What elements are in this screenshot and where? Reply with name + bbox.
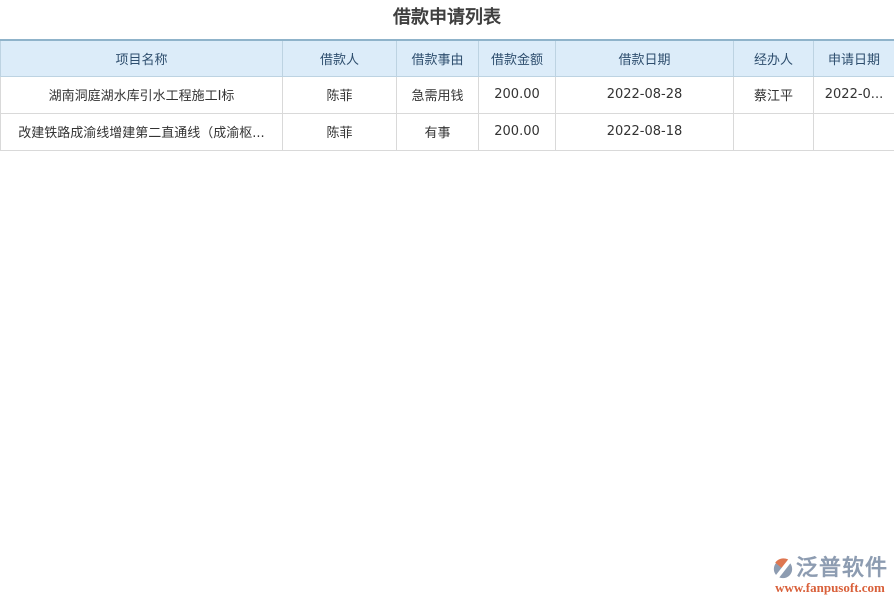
fanpu-logo-text: 泛普软件 [796, 557, 888, 581]
fanpu-watermark: 泛普软件 www.fanpusoft.com [772, 557, 888, 595]
cell-amount: 200.00 [479, 76, 556, 113]
column-header-borrower[interactable]: 借款人 [283, 40, 397, 76]
table-header-row: 项目名称 借款人 借款事由 借款金额 借款日期 经办人 申请日期 [1, 40, 894, 76]
cell-apply-date: 2022-0... [814, 76, 894, 113]
cell-borrower-link[interactable]: 陈菲 [283, 113, 397, 150]
column-header-amount[interactable]: 借款金额 [479, 40, 556, 76]
cell-amount: 200.00 [479, 113, 556, 150]
cell-loan-date: 2022-08-28 [556, 76, 734, 113]
fanpu-logo-url: www.fanpusoft.com [772, 581, 888, 595]
cell-project-name-link[interactable]: 湖南洞庭湖水库引水工程施工I标 [1, 76, 283, 113]
cell-apply-date [814, 113, 894, 150]
table-row: 湖南洞庭湖水库引水工程施工I标 陈菲 急需用钱 200.00 2022-08-2… [1, 76, 894, 113]
cell-handler [734, 113, 814, 150]
loan-application-table: 项目名称 借款人 借款事由 借款金额 借款日期 经办人 申请日期 湖南洞庭湖水库… [0, 39, 894, 151]
cell-project-name-link[interactable]: 改建铁路成渝线增建第二直通线（成渝枢... [1, 113, 283, 150]
column-header-loan-date[interactable]: 借款日期 [556, 40, 734, 76]
column-header-reason[interactable]: 借款事由 [397, 40, 479, 76]
fanpu-logo-icon [772, 558, 794, 580]
cell-borrower-link[interactable]: 陈菲 [283, 76, 397, 113]
cell-handler: 蔡江平 [734, 76, 814, 113]
column-header-apply-date[interactable]: 申请日期 [814, 40, 894, 76]
column-header-handler[interactable]: 经办人 [734, 40, 814, 76]
cell-reason: 急需用钱 [397, 76, 479, 113]
table-row: 改建铁路成渝线增建第二直通线（成渝枢... 陈菲 有事 200.00 2022-… [1, 113, 894, 150]
cell-reason: 有事 [397, 113, 479, 150]
column-header-project-name[interactable]: 项目名称 [1, 40, 283, 76]
cell-loan-date: 2022-08-18 [556, 113, 734, 150]
page-title: 借款申请列表 [0, 0, 894, 39]
